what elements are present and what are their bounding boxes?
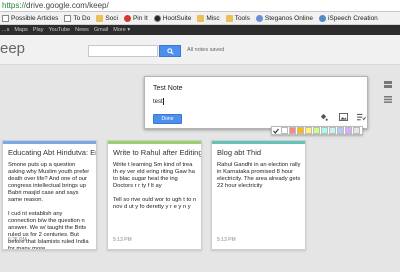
bookmark-misc[interactable]: Misc xyxy=(195,14,223,22)
note-title-field[interactable]: Test Note xyxy=(153,85,183,92)
list-mode-button[interactable] xyxy=(356,112,366,122)
keep-logo: eep xyxy=(0,40,26,57)
bookmark-label: To Do xyxy=(73,14,91,22)
card-paragraph: Rahul Gandhi in an election rally in Kar… xyxy=(217,162,301,189)
color-swatch-white[interactable] xyxy=(281,127,288,134)
bookmark-possible-articles[interactable]: Possible Articles xyxy=(0,14,62,22)
text-caret xyxy=(162,98,164,105)
pinterest-icon xyxy=(123,14,131,22)
color-swatch-purple[interactable] xyxy=(345,127,352,134)
card-timestamp: 5:25 PM xyxy=(8,237,27,243)
gbar-news[interactable]: News xyxy=(75,27,89,33)
color-swatch-green[interactable] xyxy=(313,127,320,134)
bookmark-label: Misc xyxy=(206,14,220,22)
gbar-more[interactable]: More ▾ xyxy=(113,27,130,33)
card-paragraph: Tell so rive ould wor to ugh t to n nov … xyxy=(113,197,197,210)
keep-header: eep All notes saved xyxy=(0,35,400,65)
grid-view-icon[interactable] xyxy=(383,80,392,88)
google-bar: ...s Maps Play YouTube News Gmail More ▾ xyxy=(0,25,400,35)
card-timestamp: 5:13 PM xyxy=(217,237,236,243)
search-icon xyxy=(166,47,174,55)
done-button[interactable]: Done xyxy=(153,114,182,124)
folder-icon xyxy=(197,14,205,22)
paint-bucket-icon xyxy=(320,113,328,121)
gbar-maps[interactable]: Maps xyxy=(14,27,27,33)
gbar-gmail[interactable]: Gmail xyxy=(94,27,108,33)
address-bar[interactable]: https://drive.google.com/keep/ xyxy=(0,0,400,12)
bookmarks-bar: Possible Articles To Do Soci Pin It Hoot… xyxy=(0,12,400,25)
bookmark-label: Tools xyxy=(234,14,250,22)
search-button[interactable] xyxy=(159,45,181,57)
color-picker-button[interactable] xyxy=(318,112,328,122)
gbar-more-label: More xyxy=(113,27,126,33)
bookmark-label: Steganos Online xyxy=(264,14,313,22)
chevron-down-icon: ▾ xyxy=(127,27,131,33)
image-icon xyxy=(338,113,348,121)
color-swatch-red[interactable] xyxy=(289,127,296,134)
search-input[interactable] xyxy=(88,45,158,57)
gbar-play[interactable]: Play xyxy=(33,27,44,33)
folder-icon xyxy=(96,14,104,22)
bookmark-label: Possible Articles xyxy=(11,14,59,22)
color-palette xyxy=(271,126,363,135)
bookmark-tools[interactable]: Tools xyxy=(224,14,254,22)
card-body: Rahul Gandhi in an election rally in Kar… xyxy=(212,157,305,190)
note-card[interactable]: Blog abt Thid Rahul Gandhi in an electio… xyxy=(211,140,306,250)
color-swatch-light-blue[interactable] xyxy=(329,127,336,134)
url-text: drive.google.com/keep/ xyxy=(26,1,109,10)
color-swatch-gray[interactable] xyxy=(353,127,360,134)
checklist-icon xyxy=(356,113,366,121)
add-image-button[interactable] xyxy=(338,112,348,122)
bookmark-label: iSpeech Creation xyxy=(327,14,378,22)
check-icon xyxy=(273,128,279,134)
card-title: Blog abt Thid xyxy=(217,148,262,157)
steganos-icon xyxy=(255,14,263,22)
note-editor[interactable]: Test Note test Done xyxy=(144,76,368,129)
card-title: Write to Rahul after Editing xyxy=(113,148,201,157)
save-status: All notes saved xyxy=(187,47,225,53)
list-view-icon[interactable] xyxy=(383,95,392,103)
bookmark-ispeech-creation[interactable]: iSpeech Creation xyxy=(317,14,382,22)
bookmark-label: Pin It xyxy=(132,14,148,22)
page-icon xyxy=(64,14,72,22)
grid-icon xyxy=(383,80,392,88)
bookmark-steganos-online[interactable]: Steganos Online xyxy=(254,14,317,22)
hootsuite-icon xyxy=(153,14,161,22)
card-body: Write t learning Sm kind of trea th ey v… xyxy=(108,157,201,211)
bookmark-label: Soci xyxy=(105,14,118,22)
note-card[interactable]: Write to Rahul after Editing Write t lea… xyxy=(107,140,202,250)
card-paragraph: I cud nt establish any connection b/w th… xyxy=(8,211,89,250)
color-swatch-yellow[interactable] xyxy=(305,127,312,134)
bookmark-soci[interactable]: Soci xyxy=(94,14,122,22)
color-swatch-orange[interactable] xyxy=(297,127,304,134)
card-title: Educating Abt Hindutva: Er xyxy=(8,148,96,157)
note-body-text: test xyxy=(153,99,163,106)
color-swatch-blue[interactable] xyxy=(337,127,344,134)
card-paragraph: Write t learning Sm kind of trea th ey v… xyxy=(113,162,195,189)
gbar-item[interactable]: ...s xyxy=(2,27,9,33)
bookmark-hootsuite[interactable]: HootSuite xyxy=(152,14,196,22)
url-scheme: https:// xyxy=(2,1,27,10)
page-icon xyxy=(2,14,9,22)
bookmark-pin-it[interactable]: Pin It xyxy=(122,14,152,22)
folder-icon xyxy=(225,14,233,22)
list-icon xyxy=(383,95,392,103)
bookmark-to-do[interactable]: To Do xyxy=(62,14,94,22)
gbar-youtube[interactable]: YouTube xyxy=(49,27,71,33)
color-swatch-teal[interactable] xyxy=(321,127,328,134)
note-body-field[interactable]: test xyxy=(153,98,164,105)
card-paragraph: Smone puts up a question asking why Musl… xyxy=(8,162,90,203)
note-card[interactable]: Educating Abt Hindutva: Er Smone puts up… xyxy=(2,140,97,250)
ispeech-icon xyxy=(318,14,326,22)
card-timestamp: 5:13 PM xyxy=(113,237,132,243)
bookmark-label: HootSuite xyxy=(162,14,192,22)
